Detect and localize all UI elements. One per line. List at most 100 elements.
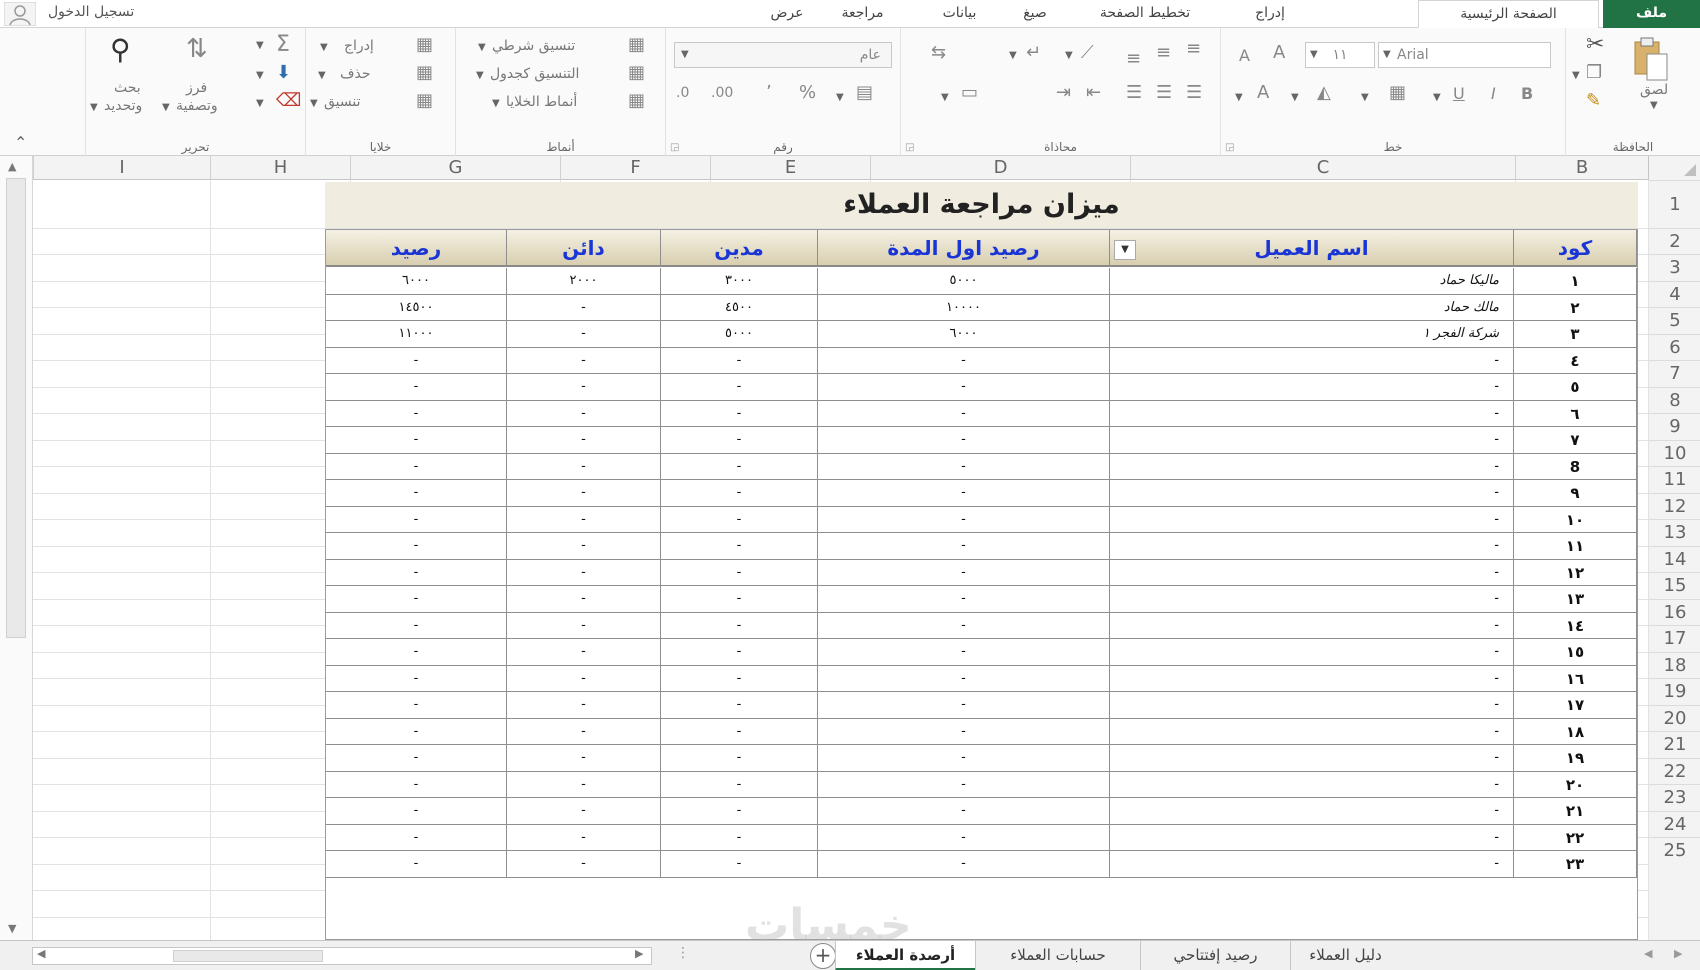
cell-code[interactable]: ١٢ — [1514, 559, 1637, 586]
cell-balance[interactable]: - — [326, 824, 507, 851]
scroll-down-icon[interactable]: ▼ — [8, 922, 16, 935]
row-header-14[interactable]: 14 — [1649, 545, 1700, 573]
row-header-4[interactable]: 4 — [1649, 280, 1700, 308]
cell-customer-name[interactable]: - — [1110, 771, 1514, 798]
align-bottom-icon[interactable]: ≡ — [1126, 50, 1141, 68]
cell-debit[interactable]: - — [661, 480, 818, 506]
cell-customer-name[interactable]: - — [1110, 798, 1514, 824]
tab-review[interactable]: مراجعة — [825, 0, 900, 28]
column-header-g[interactable]: G — [350, 156, 560, 180]
merge-center-icon[interactable]: ▭ — [961, 84, 978, 102]
cell-customer-name[interactable]: - — [1110, 506, 1514, 533]
cell-code[interactable]: ٩ — [1514, 480, 1637, 506]
table-row[interactable]: ٢٣- - - - - — [326, 851, 1637, 878]
borders-icon[interactable]: ▦ — [1389, 84, 1406, 102]
sort-filter-icon[interactable]: ⇅ — [186, 36, 208, 62]
cell-balance[interactable]: - — [326, 692, 507, 718]
cell-balance[interactable]: ١١٠٠٠ — [326, 321, 507, 347]
cell-customer-name[interactable]: - — [1110, 533, 1514, 559]
cell-opening-balance[interactable]: ٥٠٠٠ — [818, 268, 1110, 294]
row-header-16[interactable]: 16 — [1649, 598, 1700, 626]
cell-balance[interactable]: - — [326, 347, 507, 374]
cell-credit[interactable]: - — [507, 453, 661, 480]
scroll-up-icon[interactable]: ▲ — [8, 160, 16, 173]
underline-dropdown-icon[interactable]: ▼ — [1433, 92, 1441, 103]
row-header-3[interactable]: 3 — [1649, 254, 1700, 281]
cell-opening-balance[interactable]: - — [818, 427, 1110, 453]
horizontal-scroll-thumb[interactable] — [173, 950, 323, 962]
sign-in-link[interactable]: تسجيل الدخول — [48, 4, 134, 20]
cell-code[interactable]: ١١ — [1514, 533, 1637, 559]
align-center-icon[interactable]: ☰ — [1156, 84, 1172, 102]
row-header-5[interactable]: 5 — [1649, 307, 1700, 334]
cell-opening-balance[interactable]: - — [818, 480, 1110, 506]
row-header-13[interactable]: 13 — [1649, 519, 1700, 546]
table-row[interactable]: ١١- - - - - — [326, 533, 1637, 560]
find-select-icon[interactable]: ⚲ — [110, 36, 131, 64]
next-sheet-icon[interactable]: ▶ — [1674, 947, 1682, 960]
text-direction-icon[interactable]: ⇆ — [931, 44, 946, 62]
tab-home[interactable]: الصفحة الرئيسية — [1418, 0, 1599, 29]
fill-icon[interactable]: ⬇ — [276, 64, 291, 82]
cell-customer-name[interactable]: - — [1110, 586, 1514, 612]
delete-cells-button[interactable]: حذف — [340, 66, 371, 82]
font-size-dropdown-icon[interactable]: ▼ — [1310, 43, 1318, 67]
row-header-23[interactable]: 23 — [1649, 784, 1700, 811]
cell-code[interactable]: ١٧ — [1514, 692, 1637, 718]
decrease-decimal-icon[interactable]: .0 — [676, 86, 689, 100]
row-header-10[interactable]: 10 — [1649, 439, 1700, 467]
table-row[interactable]: ١٠- - - - - — [326, 506, 1637, 533]
cell-balance[interactable]: - — [326, 533, 507, 559]
tab-view[interactable]: عرض — [752, 0, 822, 28]
cell-styles-icon[interactable]: ▦ — [628, 92, 645, 110]
row-header-9[interactable]: 9 — [1649, 413, 1700, 440]
cell-customer-name[interactable]: - — [1110, 639, 1514, 665]
cell-opening-balance[interactable]: ١٠٠٠٠ — [818, 294, 1110, 321]
conditional-formatting-dropdown-icon[interactable]: ▼ — [478, 42, 486, 53]
filter-dropdown-icon[interactable]: ▼ — [1114, 240, 1136, 260]
autosum-dropdown-icon[interactable]: ▼ — [256, 40, 264, 51]
wrap-text-icon[interactable]: ↵ — [1026, 44, 1041, 62]
cell-balance[interactable]: - — [326, 586, 507, 612]
align-right-icon[interactable]: ☰ — [1186, 84, 1202, 102]
cell-balance[interactable]: - — [326, 798, 507, 824]
table-row[interactable]: ١٣- - - - - — [326, 586, 1637, 613]
row-header-6[interactable]: 6 — [1649, 333, 1700, 361]
cell-credit[interactable]: - — [507, 559, 661, 586]
header-opening-balance[interactable]: رصيد اول المدة — [818, 230, 1110, 267]
clear-icon[interactable]: ⌫ — [276, 92, 301, 110]
sheet-tab-4[interactable]: أرصدة العملاء — [835, 941, 975, 970]
header-credit[interactable]: دائن — [507, 230, 661, 267]
cell-customer-name[interactable]: - — [1110, 400, 1514, 427]
table-row[interactable]: 8----- — [326, 453, 1637, 480]
vertical-scroll-thumb[interactable] — [6, 178, 26, 638]
cell-debit[interactable]: - — [661, 453, 818, 480]
cell-opening-balance[interactable]: - — [818, 453, 1110, 480]
cell-customer-name[interactable]: - — [1110, 745, 1514, 771]
cell-code[interactable]: ١٦ — [1514, 665, 1637, 692]
fill-dropdown-icon[interactable]: ▼ — [256, 70, 264, 81]
format-as-table-dropdown-icon[interactable]: ▼ — [476, 70, 484, 81]
cell-code[interactable]: ١٤ — [1514, 612, 1637, 639]
align-middle-icon[interactable]: ≡ — [1156, 44, 1171, 62]
cell-credit[interactable]: - — [507, 347, 661, 374]
cut-icon[interactable]: ✂ — [1586, 34, 1604, 56]
cell-code[interactable]: ١٣ — [1514, 586, 1637, 612]
cell-credit[interactable]: - — [507, 745, 661, 771]
italic-button[interactable]: I — [1491, 86, 1496, 102]
sort-filter-label-2[interactable]: وتصفية — [176, 98, 218, 114]
sheet-title[interactable]: ميزان مراجعة العملاء — [325, 182, 1638, 228]
cell-debit[interactable]: - — [661, 427, 818, 453]
paste-dropdown-icon[interactable]: ▼ — [1650, 100, 1658, 111]
number-format-box[interactable]: ▼ عام — [674, 42, 892, 68]
row-header-8[interactable]: 8 — [1649, 386, 1700, 414]
cell-code[interactable]: ٣ — [1514, 321, 1637, 347]
cell-opening-balance[interactable]: - — [818, 824, 1110, 851]
cell-code[interactable]: ٥ — [1514, 374, 1637, 400]
font-color-icon[interactable]: A — [1257, 84, 1269, 102]
cell-debit[interactable]: ٤٥٠٠ — [661, 294, 818, 321]
copy-dropdown-icon[interactable]: ▼ — [1572, 70, 1580, 81]
cell-debit[interactable]: - — [661, 559, 818, 586]
cell-code[interactable]: ٢٢ — [1514, 824, 1637, 851]
column-header-e[interactable]: E — [710, 156, 870, 180]
